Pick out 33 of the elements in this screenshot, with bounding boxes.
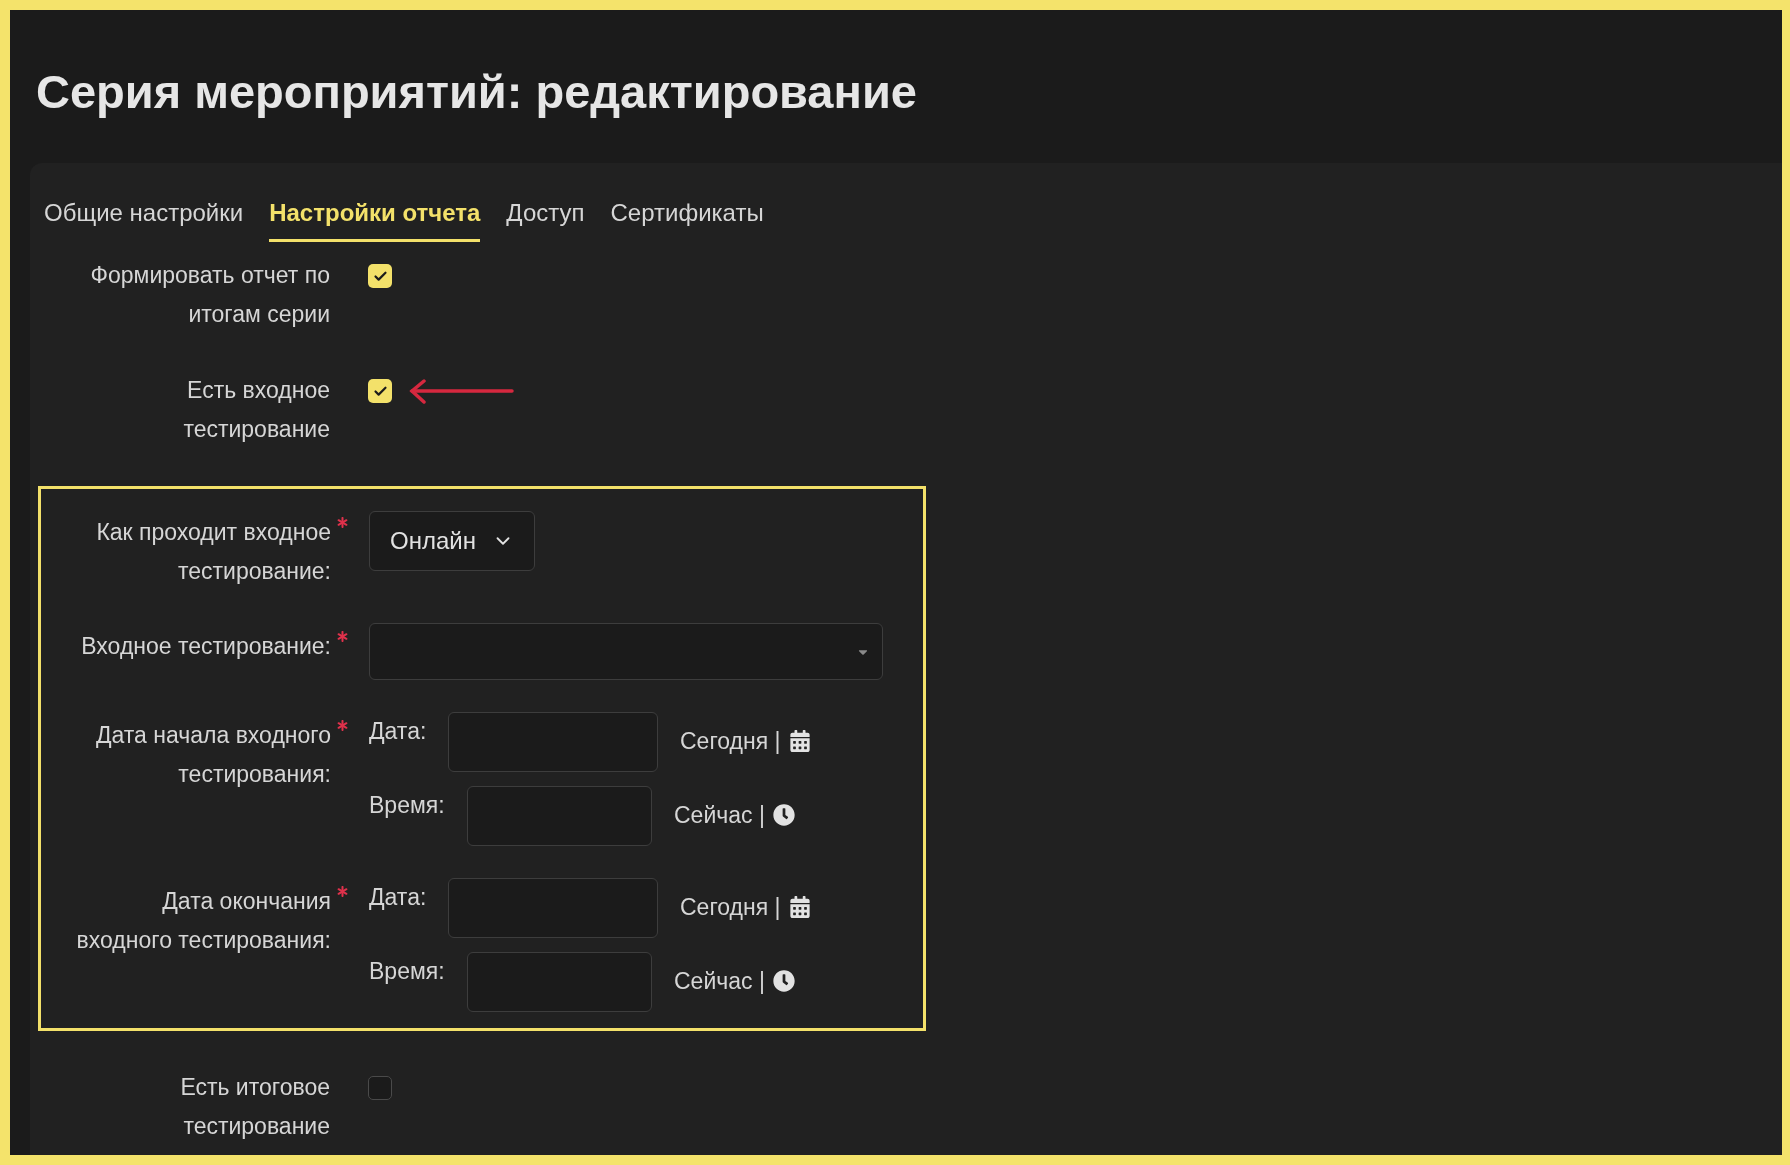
- time-input[interactable]: [467, 952, 652, 1012]
- field-label: Входное тестирование:: [81, 632, 331, 661]
- tab[interactable]: Сертификаты: [610, 195, 764, 242]
- tab[interactable]: Доступ: [506, 195, 585, 242]
- field-label: Как проходит входное тестирование:: [95, 518, 331, 586]
- page-title: Серия мероприятий: редактирование: [35, 64, 918, 120]
- checkbox[interactable]: [368, 264, 392, 288]
- calendar-icon[interactable]: [788, 730, 811, 753]
- mode-dropdown[interactable]: Онлайн: [369, 511, 535, 571]
- date-input[interactable]: [448, 712, 658, 772]
- time-label: Время:: [369, 957, 446, 986]
- calendar-icon[interactable]: [788, 896, 811, 919]
- date-label: Дата:: [369, 883, 428, 912]
- checkbox[interactable]: [368, 1076, 392, 1100]
- date-label: Дата:: [369, 717, 428, 746]
- field-label: Формировать отчет по итогам серии: [89, 261, 330, 329]
- field-label: Дата окончания входного тестирования:: [75, 887, 331, 955]
- field-label: Есть входное тестирование: [182, 376, 330, 444]
- time-input[interactable]: [467, 786, 652, 846]
- time-label: Время:: [369, 791, 446, 820]
- today-link[interactable]: Сегодня |: [680, 890, 781, 925]
- tab[interactable]: Общие настройки: [44, 195, 244, 242]
- today-link[interactable]: Сегодня |: [680, 724, 781, 759]
- now-link[interactable]: Сейчас |: [674, 964, 765, 999]
- tab[interactable]: Настройки отчета: [269, 195, 481, 242]
- now-link[interactable]: Сейчас |: [674, 798, 765, 833]
- clock-icon[interactable]: [772, 804, 795, 827]
- date-input[interactable]: [448, 878, 658, 938]
- test-select-field[interactable]: [369, 623, 883, 680]
- checkbox[interactable]: [368, 379, 392, 403]
- field-label: Есть итоговое тестирование: [179, 1073, 330, 1141]
- field-label: Дата начала входного тестирования:: [94, 721, 331, 789]
- clock-icon[interactable]: [772, 970, 795, 993]
